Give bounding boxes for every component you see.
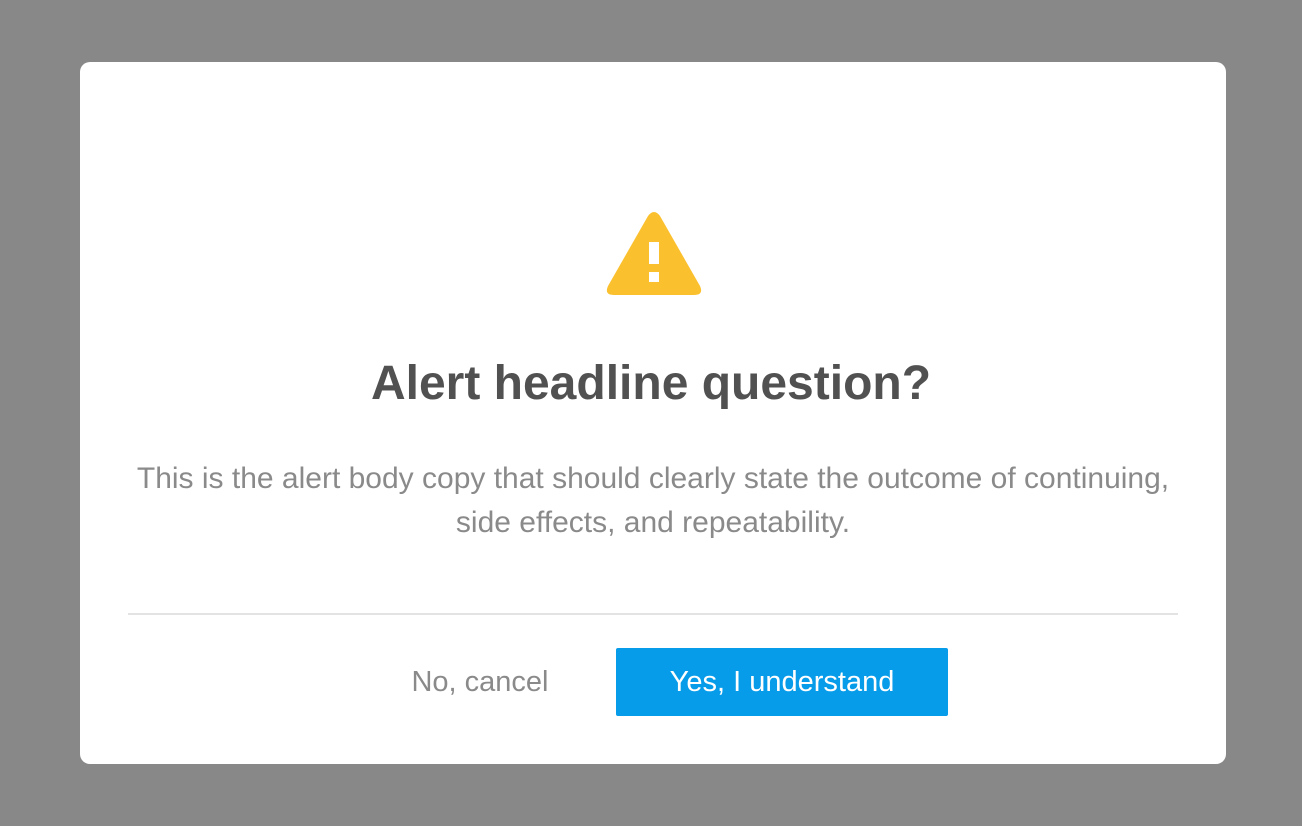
confirm-button[interactable]: Yes, I understand [616, 648, 948, 716]
modal-backdrop: { "alert": { "icon": "warning-triangle-i… [0, 0, 1302, 826]
alert-body-copy: This is the alert body copy that should … [136, 462, 1170, 539]
alert-headline: Alert headline question? [370, 357, 932, 410]
warning-triangle-icon [605, 210, 703, 298]
action-divider [128, 613, 1178, 615]
cancel-button[interactable]: No, cancel [390, 648, 570, 716]
